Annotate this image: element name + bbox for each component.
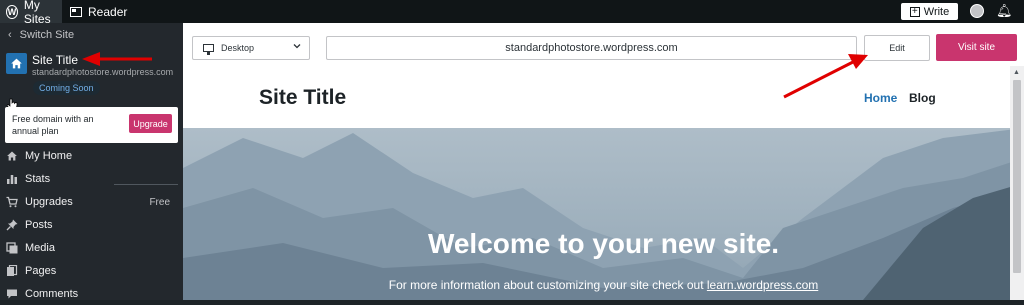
sidebar-item-stats[interactable]: Stats: [0, 168, 183, 190]
sidebar-item-label: Comments: [25, 288, 79, 300]
sidebar-item-comments[interactable]: Comments: [0, 283, 183, 305]
chevron-left-icon: ‹: [8, 29, 12, 41]
learn-wordpress-link[interactable]: learn.wordpress.com: [707, 278, 818, 292]
sidebar-item-label: Upgrades: [25, 196, 73, 208]
sidebar-item-label: My Home: [25, 150, 73, 162]
edit-button[interactable]: Edit: [864, 35, 930, 61]
pages-icon: [6, 265, 18, 277]
sidebar-item-my-home[interactable]: My Home: [0, 145, 183, 167]
device-select[interactable]: Desktop: [192, 36, 310, 60]
scroll-up-arrow-icon[interactable]: ▲: [1013, 69, 1020, 76]
site-preview-panel: Desktop standardphotostore.wordpress.com…: [183, 23, 1024, 300]
media-icon: [6, 242, 18, 254]
reader-icon: [70, 6, 82, 17]
preview-site-title[interactable]: Site Title: [259, 86, 346, 110]
mountain-background-image: [183, 128, 1024, 300]
my-sites-button[interactable]: W My Sites: [0, 0, 62, 26]
hero-subtitle: For more information about customizing y…: [183, 278, 1024, 292]
sidebar-item-upgrades[interactable]: Upgrades Free: [0, 191, 183, 213]
upgrade-button[interactable]: Upgrade: [129, 114, 172, 133]
sidebar-item-label: Stats: [25, 173, 51, 185]
sidebar-item-label: Posts: [25, 219, 53, 231]
comments-icon: [6, 288, 18, 300]
notifications-icon[interactable]: 🔔︎: [996, 3, 1013, 19]
sidebar-item-posts[interactable]: Posts: [0, 214, 183, 236]
status-badge: Coming Soon: [33, 81, 100, 95]
write-button[interactable]: + Write: [901, 3, 958, 20]
site-preview-frame[interactable]: Site Title Home Blog Welcome to your new…: [183, 66, 1024, 300]
preview-url-field[interactable]: standardphotostore.wordpress.com: [326, 36, 857, 60]
write-icon: +: [909, 6, 920, 17]
device-select-value: Desktop: [221, 43, 255, 53]
hero-cover: Welcome to your new site. For more infor…: [183, 128, 1024, 300]
divider: [114, 184, 178, 185]
sidebar: ‹ Switch Site Site Title standardphotost…: [0, 23, 183, 300]
preview-scrollbar[interactable]: ▲: [1010, 66, 1024, 300]
sidebar-item-label: Pages: [25, 265, 57, 277]
site-name[interactable]: Site Title: [32, 53, 78, 67]
chevron-down-icon: [293, 44, 301, 49]
monitor-icon: [203, 44, 214, 55]
hero-title: Welcome to your new site.: [427, 228, 780, 259]
write-label: Write: [923, 5, 950, 18]
sidebar-item-label: Media: [25, 242, 55, 254]
my-sites-label: My Sites: [23, 0, 51, 26]
visit-site-button[interactable]: Visit site: [936, 34, 1017, 61]
preview-site-header: Site Title Home Blog: [183, 66, 1024, 128]
pin-icon: [6, 219, 18, 231]
sidebar-item-pages[interactable]: Pages: [0, 260, 183, 282]
scrollbar-thumb[interactable]: [1013, 80, 1021, 273]
current-site-card[interactable]: Site Title standardphotostore.wordpress.…: [0, 48, 183, 111]
site-home-icon[interactable]: [6, 53, 27, 74]
site-url: standardphotostore.wordpress.com: [32, 67, 174, 77]
sidebar-item-media[interactable]: Media: [0, 237, 183, 259]
cart-icon: [6, 196, 18, 208]
masterbar: W My Sites Reader + Write 🔔︎: [0, 0, 1024, 26]
upsell-nudge: Free domain with an annual plan Upgrade: [5, 107, 178, 143]
preview-nav-blog[interactable]: Blog: [909, 91, 936, 105]
switch-site-label: Switch Site: [19, 29, 75, 41]
sidebar-item-badge: Free: [149, 196, 170, 208]
preview-nav-home[interactable]: Home: [864, 91, 897, 105]
stats-icon: [6, 173, 18, 185]
avatar[interactable]: [970, 4, 984, 18]
home-icon: [6, 150, 18, 162]
hero-subtitle-text: For more information about customizing y…: [388, 278, 707, 292]
wordpress-icon: W: [6, 4, 18, 19]
switch-site-link[interactable]: ‹ Switch Site: [8, 29, 74, 41]
upsell-text: Free domain with an annual plan: [12, 114, 94, 136]
reader-button[interactable]: Reader: [70, 0, 127, 23]
reader-label: Reader: [88, 4, 128, 19]
